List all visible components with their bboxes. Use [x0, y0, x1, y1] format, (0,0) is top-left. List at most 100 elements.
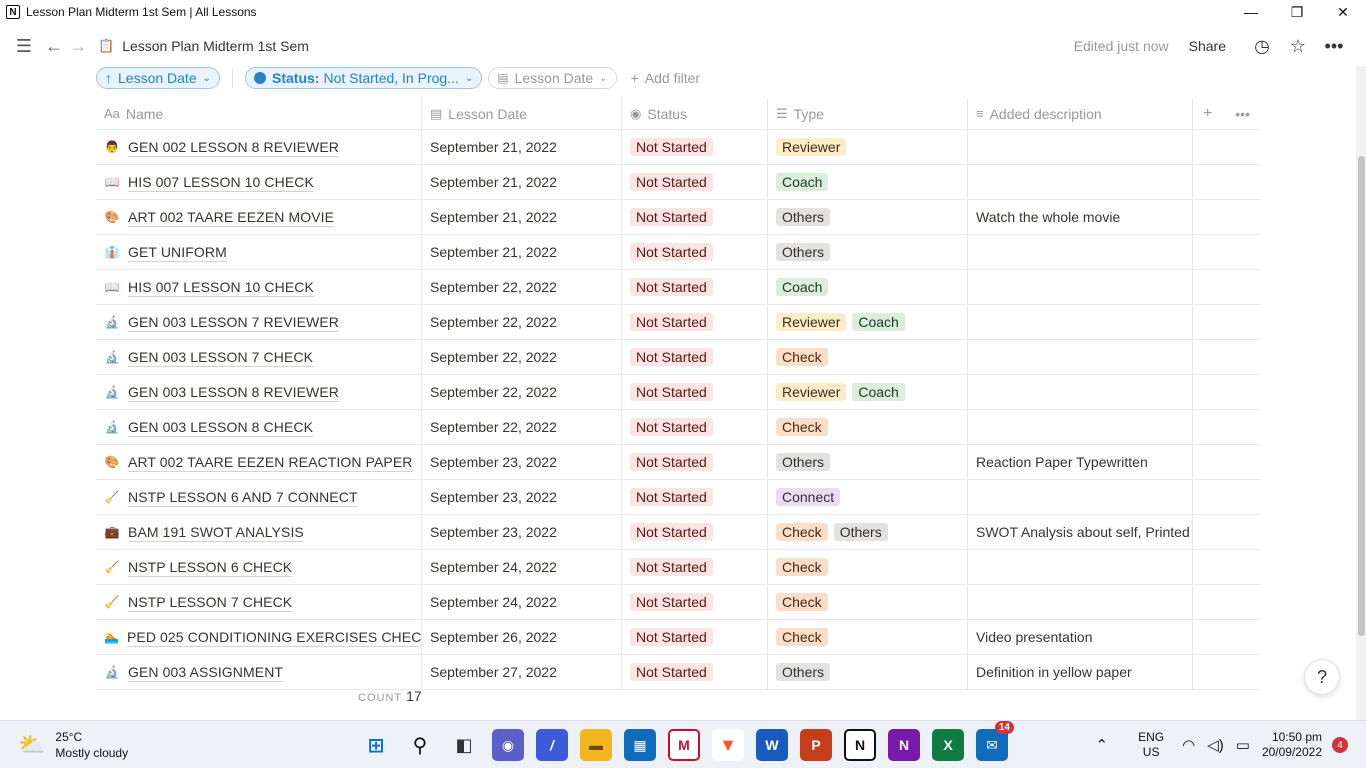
description-cell[interactable]	[968, 410, 1193, 444]
page-title-link[interactable]: NSTP LESSON 7 CHECK	[128, 594, 292, 610]
table-row[interactable]: 👨 GEN 002 LESSON 8 REVIEWER September 21…	[96, 130, 1260, 165]
language-indicator[interactable]: ENG US	[1138, 730, 1164, 760]
description-cell[interactable]	[968, 235, 1193, 269]
page-title-link[interactable]: HIS 007 LESSON 10 CHECK	[128, 279, 314, 295]
page-title-link[interactable]: PED 025 CONDITIONING EXERCISES CHECK	[127, 629, 421, 645]
description-cell[interactable]	[968, 130, 1193, 164]
page-title-link[interactable]: ART 002 TAARE EEZEN MOVIE	[128, 209, 334, 225]
add-column-plus-icon[interactable]: +	[1203, 105, 1212, 123]
task-view-icon[interactable]: ◧	[448, 729, 480, 761]
start-windows-icon[interactable]: ⊞	[360, 729, 392, 761]
teams-chat-icon[interactable]: ◉	[492, 729, 524, 761]
date-cell[interactable]: September 21, 2022	[422, 165, 622, 199]
date-cell[interactable]: September 24, 2022	[422, 550, 622, 584]
name-cell[interactable]: 🧹 NSTP LESSON 7 CHECK	[96, 585, 422, 619]
type-cell[interactable]: Others	[768, 235, 968, 269]
powerpoint-icon[interactable]: P	[800, 729, 832, 761]
brave-browser-icon[interactable]: ▼	[712, 729, 744, 761]
type-cell[interactable]: Check	[768, 585, 968, 619]
column-header-description[interactable]: ≡ Added description	[968, 97, 1193, 130]
forward-arrow-icon[interactable]: →	[66, 36, 90, 57]
status-badge[interactable]: Not Started	[630, 313, 713, 331]
table-row[interactable]: 🏊 PED 025 CONDITIONING EXERCISES CHECK S…	[96, 620, 1260, 655]
page-title-link[interactable]: NSTP LESSON 6 AND 7 CONNECT	[128, 489, 358, 505]
status-cell[interactable]: Not Started	[622, 165, 768, 199]
date-cell[interactable]: September 22, 2022	[422, 305, 622, 339]
name-cell[interactable]: 📖 HIS 007 LESSON 10 CHECK	[96, 165, 422, 199]
type-cell[interactable]: Coach	[768, 165, 968, 199]
status-badge[interactable]: Not Started	[630, 628, 713, 646]
notion-app-icon[interactable]: N	[844, 729, 876, 761]
status-cell[interactable]: Not Started	[622, 235, 768, 269]
help-button[interactable]: ?	[1304, 659, 1340, 695]
status-badge[interactable]: Not Started	[630, 243, 713, 261]
name-cell[interactable]: 🧹 NSTP LESSON 6 CHECK	[96, 550, 422, 584]
type-tag[interactable]: Others	[776, 243, 831, 261]
description-cell[interactable]	[968, 585, 1193, 619]
date-cell[interactable]: September 22, 2022	[422, 270, 622, 304]
status-cell[interactable]: Not Started	[622, 340, 768, 374]
mail-app-icon[interactable]: ✉ 14	[976, 721, 1014, 761]
table-row[interactable]: 📖 HIS 007 LESSON 10 CHECK September 21, …	[96, 165, 1260, 200]
date-cell[interactable]: September 22, 2022	[422, 340, 622, 374]
status-badge[interactable]: Not Started	[630, 593, 713, 611]
type-cell[interactable]: Coach	[768, 270, 968, 304]
type-tag[interactable]: Coach	[776, 278, 829, 296]
microsoft-store-icon[interactable]: ▦	[624, 729, 656, 761]
table-row[interactable]: 🎨 ART 002 TAARE EEZEN REACTION PAPER Sep…	[96, 445, 1260, 480]
description-cell[interactable]	[968, 270, 1193, 304]
status-badge[interactable]: Not Started	[630, 418, 713, 436]
pen-app-icon[interactable]: /	[536, 729, 568, 761]
word-icon[interactable]: W	[756, 729, 788, 761]
status-badge[interactable]: Not Started	[630, 488, 713, 506]
name-cell[interactable]: 🔬 GEN 003 LESSON 8 REVIEWER	[96, 375, 422, 409]
page-title-link[interactable]: ART 002 TAARE EEZEN REACTION PAPER	[128, 454, 413, 470]
name-cell[interactable]: 💼 BAM 191 SWOT ANALYSIS	[96, 515, 422, 549]
status-cell[interactable]: Not Started	[622, 480, 768, 514]
status-badge[interactable]: Not Started	[630, 383, 713, 401]
share-button[interactable]: Share	[1189, 38, 1226, 54]
speaker-icon[interactable]: ◁)	[1207, 736, 1224, 754]
date-cell[interactable]: September 24, 2022	[422, 585, 622, 619]
date-cell[interactable]: September 23, 2022	[422, 480, 622, 514]
type-tag[interactable]: Others	[776, 453, 831, 471]
type-tag[interactable]: Check	[776, 558, 828, 576]
page-title-link[interactable]: GEN 003 LESSON 8 CHECK	[128, 419, 313, 435]
date-cell[interactable]: September 26, 2022	[422, 620, 622, 654]
status-cell[interactable]: Not Started	[622, 130, 768, 164]
table-row[interactable]: 📖 HIS 007 LESSON 10 CHECK September 22, …	[96, 270, 1260, 305]
type-cell[interactable]: Others	[768, 655, 968, 689]
status-cell[interactable]: Not Started	[622, 410, 768, 444]
name-cell[interactable]: 🎨 ART 002 TAARE EEZEN REACTION PAPER	[96, 445, 422, 479]
type-cell[interactable]: Reviewer Coach	[768, 375, 968, 409]
type-tag[interactable]: Others	[833, 523, 888, 541]
status-filter-chip[interactable]: Status: Not Started, In Prog... ⌄	[245, 67, 483, 89]
date-cell[interactable]: September 27, 2022	[422, 655, 622, 689]
column-header-name[interactable]: Aa Name	[96, 97, 422, 130]
description-cell[interactable]: Watch the whole movie	[968, 200, 1193, 234]
name-cell[interactable]: 🔬 GEN 003 LESSON 7 CHECK	[96, 340, 422, 374]
type-tag[interactable]: Check	[776, 628, 828, 646]
type-tag[interactable]: Check	[776, 348, 828, 366]
description-cell[interactable]	[968, 165, 1193, 199]
type-tag[interactable]: Check	[776, 593, 828, 611]
name-cell[interactable]: 🔬 GEN 003 LESSON 7 REVIEWER	[96, 305, 422, 339]
date-cell[interactable]: September 21, 2022	[422, 200, 622, 234]
table-row[interactable]: 🧹 NSTP LESSON 7 CHECK September 24, 2022…	[96, 585, 1260, 620]
page-title-link[interactable]: NSTP LESSON 6 CHECK	[128, 559, 292, 575]
date-cell[interactable]: September 22, 2022	[422, 375, 622, 409]
status-badge[interactable]: Not Started	[630, 138, 713, 156]
minimize-button[interactable]: —	[1228, 0, 1274, 24]
page-title-link[interactable]: GEN 003 LESSON 7 REVIEWER	[128, 314, 339, 330]
page-title-link[interactable]: GEN 003 ASSIGNMENT	[128, 664, 283, 680]
status-cell[interactable]: Not Started	[622, 445, 768, 479]
type-tag[interactable]: Coach	[852, 383, 905, 401]
type-tag[interactable]: Reviewer	[776, 313, 847, 331]
type-cell[interactable]: Check	[768, 340, 968, 374]
description-cell[interactable]	[968, 480, 1193, 514]
status-badge[interactable]: Not Started	[630, 558, 713, 576]
vertical-scrollbar[interactable]	[1356, 66, 1366, 720]
table-row[interactable]: 🔬 GEN 003 LESSON 8 CHECK September 22, 2…	[96, 410, 1260, 445]
description-cell[interactable]	[968, 305, 1193, 339]
status-cell[interactable]: Not Started	[622, 515, 768, 549]
